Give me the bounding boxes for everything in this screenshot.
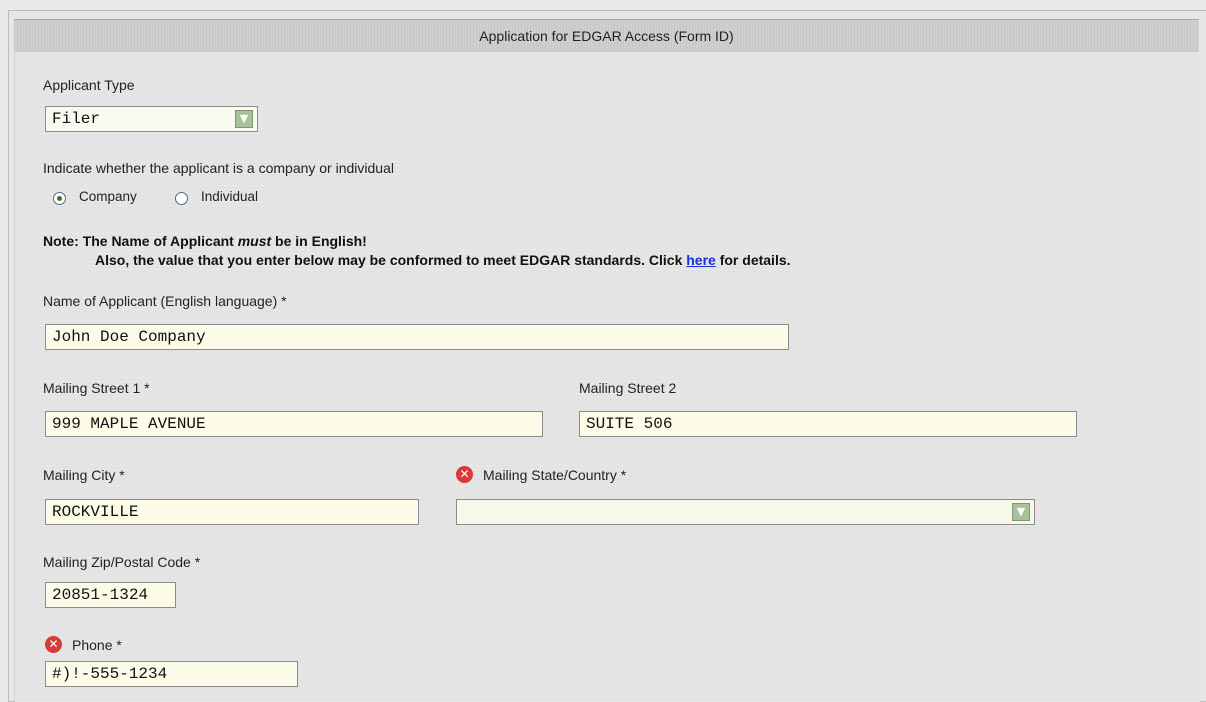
state-label: Mailing State/Country * [483, 467, 627, 483]
zip-input[interactable]: 20851-1324 [45, 582, 176, 608]
chevron-down-icon[interactable]: ▼ [235, 110, 253, 128]
conform-note: Also, the value that you enter below may… [95, 252, 791, 268]
radio-individual-label: Individual [201, 189, 259, 204]
chevron-down-icon[interactable]: ▼ [1012, 503, 1030, 521]
details-link[interactable]: here [686, 252, 716, 268]
radio-company[interactable] [53, 192, 66, 205]
entity-type-question: Indicate whether the applicant is a comp… [43, 160, 394, 176]
state-select[interactable]: ▼ [456, 499, 1035, 525]
street1-label: Mailing Street 1 * [43, 380, 150, 396]
city-input[interactable]: ROCKVILLE [45, 499, 419, 525]
applicant-type-label: Applicant Type [43, 77, 135, 93]
radio-company-label: Company [79, 189, 137, 204]
form-panel: Applicant Type Filer ▼ Indicate whether … [14, 52, 1200, 702]
name-input[interactable]: John Doe Company [45, 324, 789, 350]
street2-label: Mailing Street 2 [579, 380, 677, 396]
english-note: Note: The Name of Applicant must be in E… [43, 233, 367, 249]
street1-input[interactable]: 999 MAPLE AVENUE [45, 411, 543, 437]
phone-input[interactable]: #)!-555-1234 [45, 661, 298, 687]
error-x-icon: ✕ [45, 636, 62, 653]
applicant-type-value: Filer [52, 110, 101, 128]
phone-label: Phone * [72, 637, 122, 653]
city-label: Mailing City * [43, 467, 125, 483]
error-x-icon: ✕ [456, 466, 473, 483]
street2-input[interactable]: SUITE 506 [579, 411, 1077, 437]
zip-label: Mailing Zip/Postal Code * [43, 554, 201, 570]
applicant-type-select[interactable]: Filer ▼ [45, 106, 258, 132]
radio-individual[interactable] [175, 192, 188, 205]
name-label: Name of Applicant (English language) * [43, 293, 287, 309]
form-title: Application for EDGAR Access (Form ID) [14, 19, 1199, 53]
